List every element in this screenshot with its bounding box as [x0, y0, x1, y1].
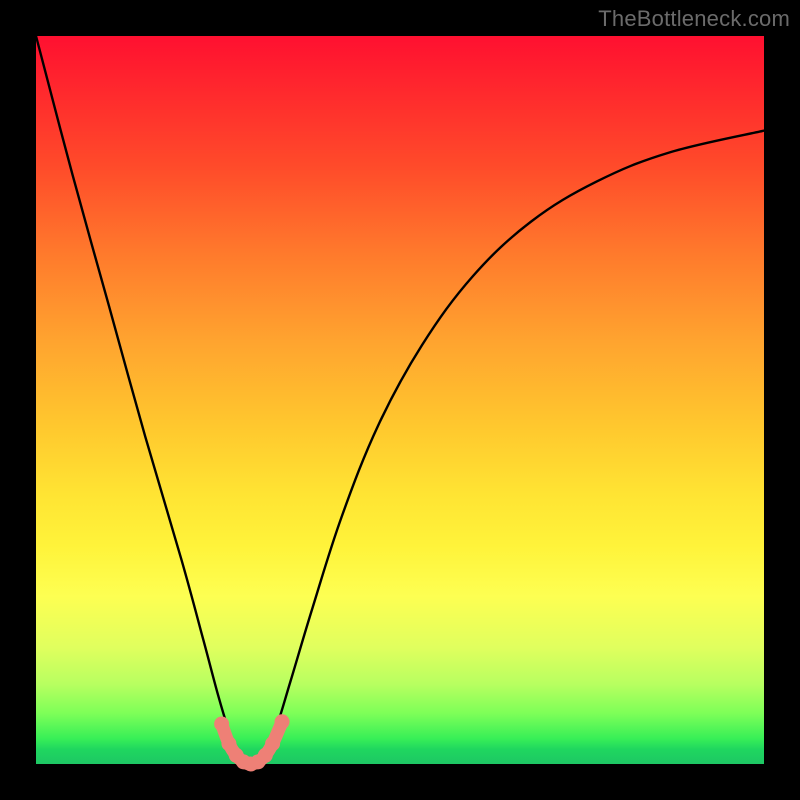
optimal-dot [275, 714, 290, 729]
bottleneck-curve-svg [36, 36, 764, 764]
chart-frame: TheBottleneck.com [0, 0, 800, 800]
bottleneck-curve [36, 36, 764, 764]
watermark-text: TheBottleneck.com [598, 6, 790, 32]
optimal-zone-dots [214, 714, 289, 771]
optimal-dot [214, 716, 229, 731]
plot-area [36, 36, 764, 764]
optimal-dot [265, 736, 280, 751]
